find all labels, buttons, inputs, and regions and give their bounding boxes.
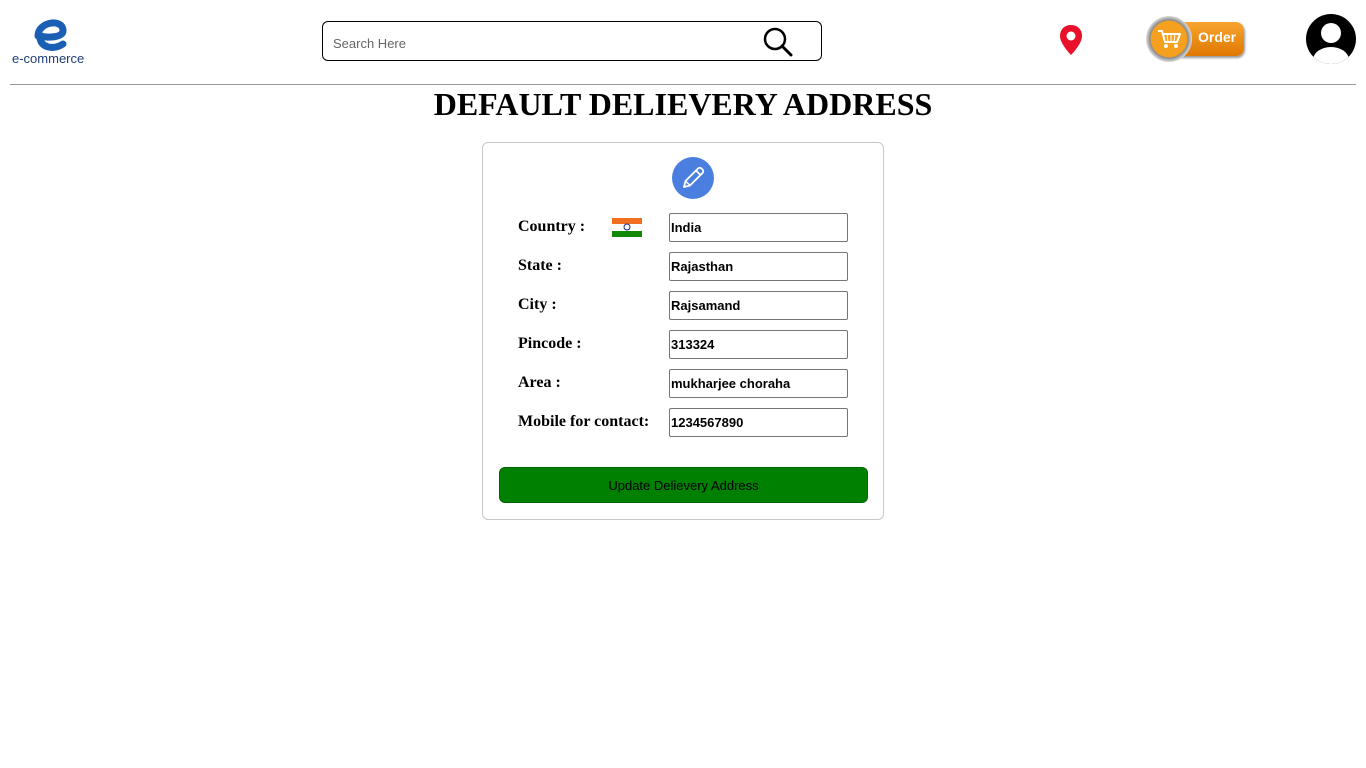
shopping-cart-icon: [1158, 30, 1181, 48]
search-icon[interactable]: [763, 27, 793, 57]
pincode-label: Pincode :: [518, 335, 582, 352]
address-card: Country : State : City : Pincode : Area …: [482, 142, 884, 520]
area-label: Area :: [518, 374, 561, 391]
area-row: Area :: [518, 369, 848, 399]
page-title: DEFAULT DELIEVERY ADDRESS: [433, 86, 933, 122]
pincode-input[interactable]: [669, 330, 848, 359]
search-bar: [322, 21, 822, 61]
logo[interactable]: e-commerce: [10, 14, 92, 66]
city-row: City :: [518, 291, 848, 321]
country-input[interactable]: [669, 213, 848, 242]
user-avatar-icon[interactable]: [1306, 14, 1356, 64]
country-label: Country :: [518, 218, 586, 235]
city-label: City :: [518, 296, 557, 313]
mobile-input[interactable]: [669, 408, 848, 437]
india-flag-icon: [612, 218, 642, 237]
ecommerce-logo-icon: [34, 19, 67, 51]
order-button[interactable]: Order: [1146, 16, 1246, 62]
city-input[interactable]: [669, 291, 848, 320]
location-pin-icon[interactable]: [1059, 24, 1083, 56]
update-address-button[interactable]: Update Delievery Address: [499, 467, 868, 503]
country-row: Country :: [518, 213, 848, 243]
area-input[interactable]: [669, 369, 848, 398]
order-label: Order: [1198, 29, 1237, 45]
state-input[interactable]: [669, 252, 848, 281]
state-label: State :: [518, 257, 562, 274]
mobile-label: Mobile for contact:: [518, 413, 650, 430]
edit-button[interactable]: [672, 157, 714, 199]
pencil-icon: [683, 166, 705, 188]
search-input[interactable]: [331, 30, 755, 56]
pincode-row: Pincode :: [518, 330, 848, 360]
logo-text: e-commerce: [12, 51, 85, 66]
state-row: State :: [518, 252, 848, 282]
mobile-row: Mobile for contact:: [518, 408, 848, 438]
header-divider: [10, 84, 1356, 85]
